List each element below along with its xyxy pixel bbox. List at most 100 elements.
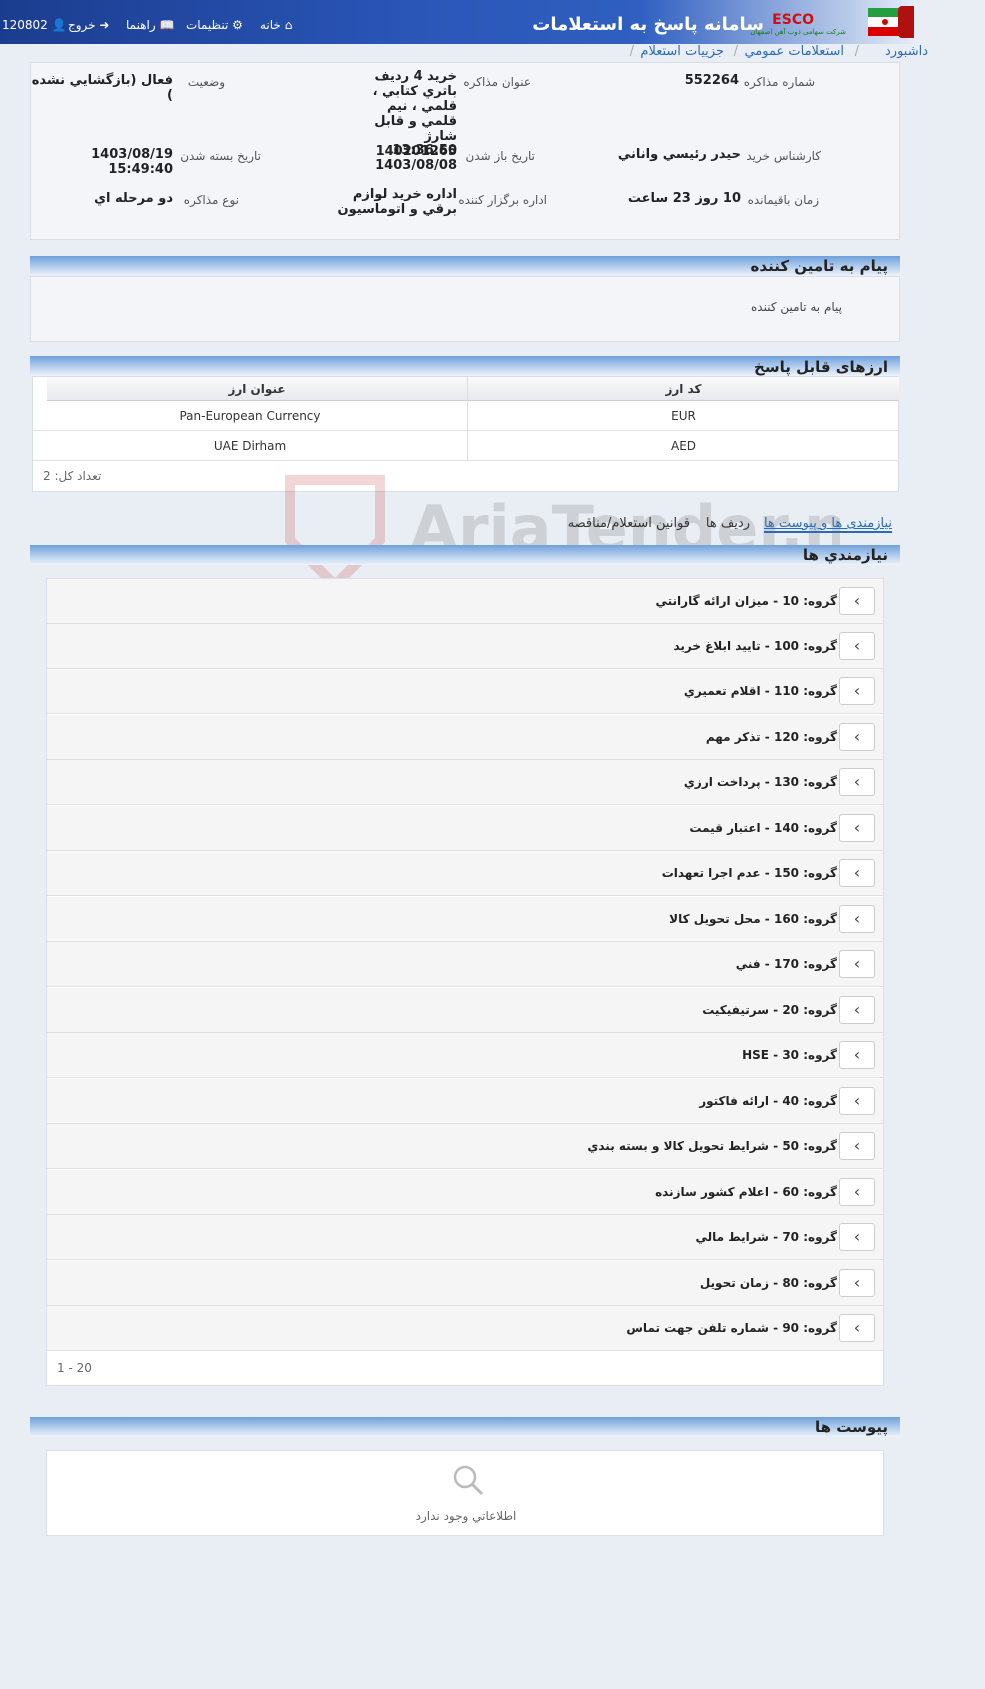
- group-row[interactable]: ‹ گروه: 80 - زمان تحويل: [47, 1261, 883, 1306]
- chevron-left-icon[interactable]: ‹: [839, 1223, 875, 1251]
- attachments-section-bar: [30, 1417, 900, 1437]
- logout-link[interactable]: خروج ➜: [68, 18, 109, 32]
- group-row[interactable]: ‹ گروه: 160 - محل تحويل کالا: [47, 897, 883, 942]
- group-label: گروه: 60 - اعلام کشور سازنده: [655, 1185, 837, 1199]
- pagination-info: 1 - 20: [57, 1361, 92, 1375]
- group-row[interactable]: ‹ گروه: 40 - ارائه فاکتور: [47, 1079, 883, 1124]
- logout-label: خروج: [68, 18, 96, 32]
- attachments-panel: اطلاعاتي وجود ندارد: [46, 1450, 884, 1536]
- remaining-label: زمان باقيمانده: [747, 193, 819, 207]
- title-label: عنوان مذاکره: [463, 75, 531, 89]
- chevron-left-icon[interactable]: ‹: [839, 723, 875, 751]
- chevron-left-icon[interactable]: ‹: [839, 587, 875, 615]
- currency-total-count: تعداد کل: 2: [43, 469, 102, 483]
- group-row[interactable]: ‹ گروه: 100 - تاييد ابلاغ خريد: [47, 624, 883, 669]
- group-row[interactable]: ‹ گروه: 60 - اعلام کشور سازنده: [47, 1170, 883, 1215]
- close-date-value: 1403/08/19 15:49:40: [91, 147, 173, 177]
- settings-label: تنظیمات: [186, 18, 229, 32]
- group-row[interactable]: ‹ گروه: 120 - تذکر مهم: [47, 715, 883, 760]
- attachments-section-title: پيوست ها: [814, 1418, 888, 1436]
- dept-label: اداره برگزار کننده: [458, 193, 547, 207]
- chevron-left-icon[interactable]: ‹: [839, 677, 875, 705]
- message-section-title: پیام به تامین کننده: [750, 257, 888, 275]
- expert-label: کارشناس خريد: [746, 149, 821, 163]
- currency-name-cell: Pan-European Currency: [33, 401, 467, 431]
- tab-rows[interactable]: رديف ها: [706, 516, 750, 531]
- group-row[interactable]: ‹ گروه: 110 - اقلام تعميري: [47, 669, 883, 714]
- brand-name: ESCO: [772, 12, 814, 28]
- expert-value: حيدر رئيسي واناني: [617, 147, 741, 162]
- search-icon: [453, 1465, 484, 1496]
- breadcrumb-separator: /: [854, 44, 859, 59]
- group-row[interactable]: ‹ گروه: 20 - سرتيفيکيت: [47, 988, 883, 1033]
- currencies-section-title: ارزهای قابل پاسخ: [754, 358, 888, 376]
- group-label: گروه: 120 - تذکر مهم: [705, 730, 837, 744]
- help-link[interactable]: راهنما 📖: [126, 18, 174, 32]
- group-label: گروه: 30 - HSE: [742, 1048, 837, 1062]
- chevron-left-icon[interactable]: ‹: [839, 1314, 875, 1342]
- user-menu[interactable]: 120802 👤: [2, 18, 67, 32]
- group-row[interactable]: ‹ گروه: 150 - عدم اجرا تعهدات: [47, 851, 883, 896]
- open-date-value: 1403/08/08: [375, 158, 457, 173]
- group-label: گروه: 130 - پرداخت ارزي: [683, 775, 837, 789]
- currency-code-header[interactable]: کد ارز: [468, 377, 899, 401]
- group-row[interactable]: ‹ گروه: 10 - ميزان ارائه گارانتي: [47, 579, 883, 624]
- breadcrumb-details[interactable]: جزييات استعلام: [640, 44, 724, 59]
- group-label: گروه: 100 - تاييد ابلاغ خريد: [673, 639, 837, 653]
- no-data-text: اطلاعاتي وجود ندارد: [415, 1509, 517, 1523]
- chevron-left-icon[interactable]: ‹: [839, 1178, 875, 1206]
- app-title: سامانه پاسخ به استعلامات: [532, 14, 764, 35]
- remaining-value: 10 روز 23 ساعت: [627, 191, 741, 206]
- tab-needs-attachments[interactable]: نیازمندی ها و پیوست ها: [763, 516, 892, 533]
- group-row[interactable]: ‹ گروه: 130 - پرداخت ارزي: [47, 760, 883, 805]
- group-label: گروه: 140 - اعتبار قيمت: [689, 821, 837, 835]
- group-row[interactable]: ‹ گروه: 50 - شرايط تحويل کالا و بسته بندي: [47, 1124, 883, 1169]
- inquiry-info-panel: شماره مذاکره 552264 عنوان مذاکره خريد 4 …: [30, 62, 900, 240]
- breadcrumb-dashboard[interactable]: داشبورد: [885, 44, 928, 59]
- chevron-left-icon[interactable]: ‹: [839, 1269, 875, 1297]
- status-value: فعال (بازگشايي نشده ): [31, 73, 173, 103]
- requirements-section-title: نيازمندي ها: [802, 546, 888, 564]
- tab-rules[interactable]: قوانين استعلام/مناقصه: [568, 516, 690, 531]
- breadcrumb: داشبورد / استعلامات عمومي / جزييات استعل…: [0, 44, 928, 64]
- chevron-left-icon[interactable]: ‹: [839, 905, 875, 933]
- gear-icon: ⚙: [232, 18, 243, 32]
- group-row[interactable]: ‹ گروه: 90 - شماره تلفن جهت تماس: [47, 1306, 883, 1351]
- currency-name-header[interactable]: عنوان ارز: [47, 377, 467, 401]
- chevron-left-icon[interactable]: ‹: [839, 950, 875, 978]
- settings-link[interactable]: تنظیمات ⚙: [186, 18, 243, 32]
- home-link[interactable]: خانه ⌂: [260, 18, 292, 32]
- home-label: خانه: [260, 18, 281, 32]
- group-row[interactable]: ‹ گروه: 140 - اعتبار قيمت: [47, 806, 883, 851]
- group-label: گروه: 50 - شرايط تحويل کالا و بسته بندي: [587, 1139, 837, 1153]
- group-label: گروه: 40 - ارائه فاکتور: [699, 1094, 837, 1108]
- book-icon: 📖: [159, 18, 175, 32]
- chevron-left-icon[interactable]: ‹: [839, 1041, 875, 1069]
- top-bar: 120802 👤 خروج ➜ راهنما 📖 تنظیمات ⚙ خانه …: [0, 0, 914, 44]
- brand-subtitle: شرکت سهامی ذوب آهن اصفهان: [750, 28, 846, 36]
- group-row[interactable]: ‹ گروه: 30 - HSE: [47, 1033, 883, 1078]
- message-text: پیام به تامین کننده: [751, 300, 842, 314]
- group-row[interactable]: ‹ گروه: 70 - شرايط مالي: [47, 1215, 883, 1260]
- chevron-left-icon[interactable]: ‹: [839, 1087, 875, 1115]
- group-label: گروه: 70 - شرايط مالي: [695, 1230, 837, 1244]
- chevron-left-icon[interactable]: ‹: [839, 632, 875, 660]
- currency-name-cell: UAE Dirham: [33, 431, 467, 461]
- open-time-value: 13:36:50: [392, 143, 457, 158]
- group-label: گروه: 110 - اقلام تعميري: [683, 684, 837, 698]
- chevron-left-icon[interactable]: ‹: [839, 859, 875, 887]
- chevron-left-icon[interactable]: ‹: [839, 996, 875, 1024]
- group-label: گروه: 20 - سرتيفيکيت: [702, 1003, 837, 1017]
- user-id: 120802: [2, 18, 48, 32]
- currency-code-cell: AED: [468, 431, 899, 461]
- chevron-left-icon[interactable]: ‹: [839, 768, 875, 796]
- group-label: گروه: 10 - ميزان ارائه گارانتي: [655, 594, 837, 608]
- company-logo: [898, 6, 914, 38]
- breadcrumb-public[interactable]: استعلامات عمومي: [744, 44, 844, 59]
- chevron-left-icon[interactable]: ‹: [839, 1132, 875, 1160]
- breadcrumb-separator: /: [733, 44, 738, 59]
- group-row[interactable]: ‹ گروه: 170 - فني: [47, 942, 883, 987]
- chevron-left-icon[interactable]: ‹: [839, 814, 875, 842]
- group-label: گروه: 150 - عدم اجرا تعهدات: [661, 866, 837, 880]
- type-label: نوع مذاکره: [183, 193, 239, 207]
